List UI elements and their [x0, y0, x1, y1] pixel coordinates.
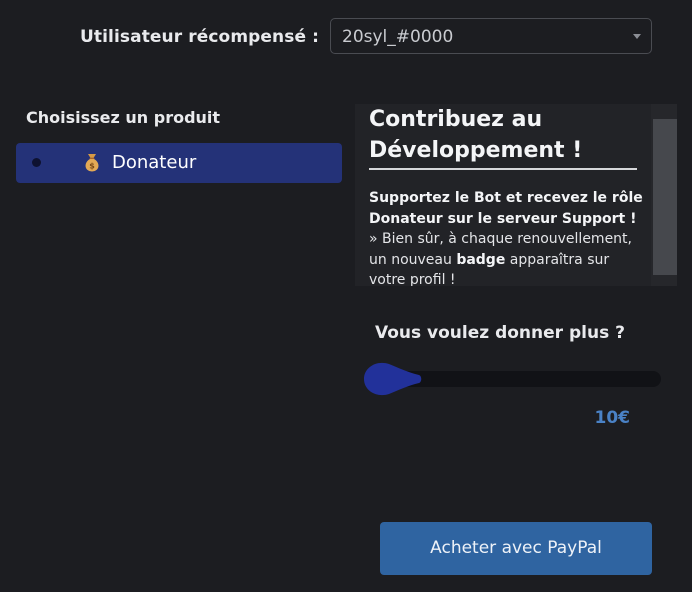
money-bag-icon: $ — [85, 154, 99, 172]
products-heading: Choisissez un produit — [26, 108, 221, 127]
caret-down-icon — [633, 34, 641, 39]
product-item-donateur[interactable]: $ Donateur — [16, 143, 342, 183]
description-bold-intro: Supportez le Bot et recevez le rôle Dona… — [369, 190, 643, 227]
donation-slider-track[interactable] — [384, 371, 661, 387]
description-scrollbar-thumb[interactable] — [653, 119, 677, 275]
selected-bullet-icon — [32, 158, 41, 167]
donate-more-label: Vous voulez donner plus ? — [375, 323, 625, 343]
product-item-label: Donateur — [112, 152, 197, 173]
buy-with-paypal-button[interactable]: Acheter avec PayPal — [380, 522, 652, 575]
description-panel[interactable]: Contribuez au Développement ! Supportez … — [355, 104, 677, 286]
donation-amount: 10€ — [594, 408, 631, 428]
user-selector-label: Utilisateur récompensé : — [80, 27, 320, 47]
user-select-value: 20syl_#0000 — [342, 27, 454, 47]
svg-text:$: $ — [89, 162, 95, 171]
description-body: Supportez le Bot et recevez le rôle Dona… — [369, 188, 649, 286]
donation-slider-handle[interactable] — [361, 358, 423, 400]
description-badge-word: badge — [456, 251, 506, 268]
description-title: Contribuez au Développement ! — [369, 104, 637, 170]
user-select-dropdown[interactable]: 20syl_#0000 — [330, 18, 652, 54]
